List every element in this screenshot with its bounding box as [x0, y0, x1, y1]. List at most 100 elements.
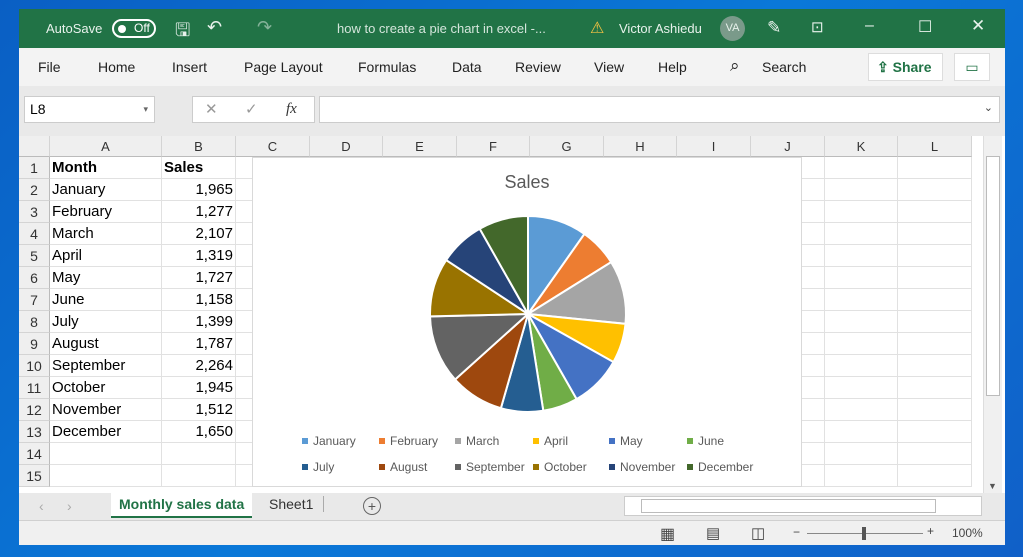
cell[interactable]: [825, 399, 898, 421]
cell[interactable]: April: [50, 245, 162, 267]
zoom-slider[interactable]: [807, 527, 923, 540]
tab-home[interactable]: Home: [98, 59, 135, 75]
column-header-E[interactable]: E: [383, 136, 457, 157]
column-header-L[interactable]: L: [898, 136, 972, 157]
row-header-6[interactable]: 6: [19, 267, 50, 289]
row-header-3[interactable]: 3: [19, 201, 50, 223]
sheet-tab-sheet1[interactable]: Sheet1: [269, 496, 325, 512]
cell[interactable]: 1,512: [162, 399, 236, 421]
cell[interactable]: September: [50, 355, 162, 377]
cell[interactable]: [898, 399, 972, 421]
enter-icon[interactable]: ✓: [245, 97, 258, 122]
column-header-G[interactable]: G: [530, 136, 604, 157]
cell[interactable]: [898, 201, 972, 223]
cell[interactable]: [825, 443, 898, 465]
tab-file[interactable]: File: [38, 59, 61, 75]
row-header-1[interactable]: 1: [19, 157, 50, 179]
cell[interactable]: [898, 245, 972, 267]
column-header-A[interactable]: A: [50, 136, 162, 157]
undo-icon[interactable]: ↶: [207, 17, 222, 38]
row-header-2[interactable]: 2: [19, 179, 50, 201]
cell[interactable]: March: [50, 223, 162, 245]
column-header-D[interactable]: D: [310, 136, 383, 157]
scroll-tabs-right[interactable]: ›: [67, 498, 72, 514]
cell[interactable]: [50, 443, 162, 465]
tab-review[interactable]: Review: [515, 59, 561, 75]
normal-view-icon[interactable]: ▦: [660, 524, 675, 544]
cell[interactable]: 1,727: [162, 267, 236, 289]
cell[interactable]: 1,158: [162, 289, 236, 311]
row-header-12[interactable]: 12: [19, 399, 50, 421]
cell[interactable]: 1,277: [162, 201, 236, 223]
pie-chart[interactable]: Sales January February March April May June Ju…: [252, 157, 802, 487]
cell[interactable]: August: [50, 333, 162, 355]
pen-icon[interactable]: ✎: [767, 18, 781, 38]
cell[interactable]: [898, 311, 972, 333]
cell[interactable]: 2,264: [162, 355, 236, 377]
redo-icon[interactable]: ↷: [257, 17, 272, 38]
scroll-tabs-left[interactable]: ‹: [39, 498, 44, 514]
row-header-10[interactable]: 10: [19, 355, 50, 377]
row-header-9[interactable]: 9: [19, 333, 50, 355]
cell[interactable]: December: [50, 421, 162, 443]
row-header-4[interactable]: 4: [19, 223, 50, 245]
row-header-11[interactable]: 11: [19, 377, 50, 399]
cell[interactable]: [825, 223, 898, 245]
cell[interactable]: [898, 443, 972, 465]
zoom-level[interactable]: 100%: [952, 526, 983, 540]
cell[interactable]: November: [50, 399, 162, 421]
zoom-out-button[interactable]: −: [793, 525, 800, 539]
cell[interactable]: [898, 289, 972, 311]
row-header-7[interactable]: 7: [19, 289, 50, 311]
cell[interactable]: [898, 333, 972, 355]
row-header-8[interactable]: 8: [19, 311, 50, 333]
name-box[interactable]: L8 ▾: [24, 96, 155, 123]
cell[interactable]: [898, 179, 972, 201]
cell[interactable]: [898, 465, 972, 487]
cell[interactable]: October: [50, 377, 162, 399]
cell[interactable]: [825, 355, 898, 377]
cell[interactable]: 1,399: [162, 311, 236, 333]
cell[interactable]: [825, 465, 898, 487]
cell[interactable]: 1,650: [162, 421, 236, 443]
save-icon[interactable]: 🖫: [175, 18, 190, 48]
cell[interactable]: [898, 157, 972, 179]
cell[interactable]: [898, 223, 972, 245]
cell[interactable]: [825, 421, 898, 443]
tab-insert[interactable]: Insert: [172, 59, 207, 75]
close-button[interactable]: ✕: [971, 16, 985, 36]
cell[interactable]: Sales: [162, 157, 236, 179]
search-box[interactable]: Search: [762, 59, 806, 75]
tab-view[interactable]: View: [594, 59, 624, 75]
cell[interactable]: 2,107: [162, 223, 236, 245]
page-layout-view-icon[interactable]: ▤: [706, 524, 720, 542]
cell[interactable]: February: [50, 201, 162, 223]
column-header-B[interactable]: B: [162, 136, 236, 157]
tab-formulas[interactable]: Formulas: [358, 59, 416, 75]
share-button[interactable]: ⇪ Share: [868, 53, 943, 81]
zoom-in-button[interactable]: +: [927, 524, 934, 538]
cell[interactable]: Month: [50, 157, 162, 179]
cell[interactable]: [162, 443, 236, 465]
cell[interactable]: [50, 465, 162, 487]
comments-button[interactable]: ▭: [954, 53, 990, 81]
select-all-corner[interactable]: [19, 136, 50, 157]
cell[interactable]: [898, 355, 972, 377]
formula-input[interactable]: ⌄: [319, 96, 1000, 123]
column-header-F[interactable]: F: [457, 136, 530, 157]
horizontal-scrollbar[interactable]: [624, 496, 982, 516]
row-header-13[interactable]: 13: [19, 421, 50, 443]
cell[interactable]: 1,319: [162, 245, 236, 267]
cell[interactable]: 1,965: [162, 179, 236, 201]
cell[interactable]: [898, 377, 972, 399]
column-header-C[interactable]: C: [236, 136, 310, 157]
column-header-J[interactable]: J: [751, 136, 825, 157]
cell[interactable]: [825, 179, 898, 201]
minimize-button[interactable]: –: [865, 17, 874, 35]
cell[interactable]: 1,945: [162, 377, 236, 399]
cell[interactable]: [162, 465, 236, 487]
tab-page-layout[interactable]: Page Layout: [244, 59, 323, 75]
cell[interactable]: [825, 333, 898, 355]
page-break-view-icon[interactable]: ◫: [751, 524, 765, 542]
cell[interactable]: 1,787: [162, 333, 236, 355]
